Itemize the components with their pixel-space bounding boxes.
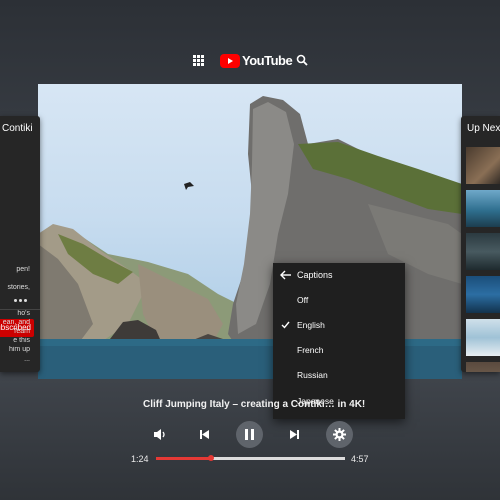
youtube-play-icon <box>220 53 240 68</box>
settings-button[interactable] <box>326 421 353 448</box>
captions-menu: Captions Off English French Russian Japa… <box>273 263 405 419</box>
caption-option-english[interactable]: English <box>273 314 405 338</box>
up-next-thumbnail[interactable] <box>466 276 500 313</box>
back-arrow-icon[interactable] <box>280 270 291 280</box>
description-line: him up <box>8 346 30 353</box>
search-icon[interactable] <box>296 54 308 66</box>
volume-icon[interactable] <box>153 428 167 441</box>
caption-option-french[interactable]: French <box>273 339 405 363</box>
captions-menu-header: Captions <box>273 263 405 287</box>
description-line: ho's <box>17 310 30 317</box>
duration-time: 4:57 <box>351 454 369 464</box>
video-title: Cliff Jumping Italy – creating a Contiki… <box>143 399 366 410</box>
up-next-thumbnail[interactable] <box>466 147 500 184</box>
caption-option-label: Russian <box>297 370 328 380</box>
caption-option-off[interactable]: Off <box>273 289 405 313</box>
pause-icon <box>245 429 254 440</box>
caption-option-label: French <box>297 345 324 355</box>
next-icon[interactable] <box>289 429 300 440</box>
previous-icon[interactable] <box>199 429 210 440</box>
check-icon <box>281 321 290 329</box>
caption-option-label: Off <box>297 295 309 305</box>
description-line: ean, and <box>2 319 30 326</box>
current-time: 1:24 <box>131 454 149 464</box>
caption-option-russian[interactable]: Russian <box>273 364 405 388</box>
pause-button[interactable] <box>236 421 263 448</box>
caption-option-label: English <box>297 320 325 330</box>
apps-grid-icon[interactable] <box>193 55 204 66</box>
progress-knob[interactable] <box>207 455 214 461</box>
up-next-thumbnail[interactable] <box>466 319 500 356</box>
up-next-panel: Up Next <box>461 116 500 372</box>
description-line: e this <box>13 337 30 344</box>
settings-icon <box>333 428 346 441</box>
channel-info-panel: Contiki Subscribed pen! stories, ho's ea… <box>0 116 40 372</box>
up-next-thumbnail[interactable] <box>466 233 500 270</box>
progress-fill <box>156 457 211 460</box>
captions-menu-title: Captions <box>297 270 333 280</box>
up-next-thumbnail[interactable] <box>466 190 500 227</box>
channel-name[interactable]: Contiki <box>2 123 33 134</box>
up-next-thumbnail[interactable] <box>466 362 500 372</box>
description-line: ... <box>24 356 30 363</box>
progress-bar[interactable] <box>156 455 345 461</box>
youtube-logo[interactable]: YouTube <box>220 52 293 69</box>
description-line: Team <box>12 328 30 335</box>
description-line: stories, <box>7 284 30 291</box>
description-line: pen! <box>16 266 30 273</box>
up-next-title: Up Next <box>467 123 500 134</box>
top-bar: YouTube <box>0 50 500 72</box>
youtube-logo-text: YouTube <box>242 53 293 68</box>
